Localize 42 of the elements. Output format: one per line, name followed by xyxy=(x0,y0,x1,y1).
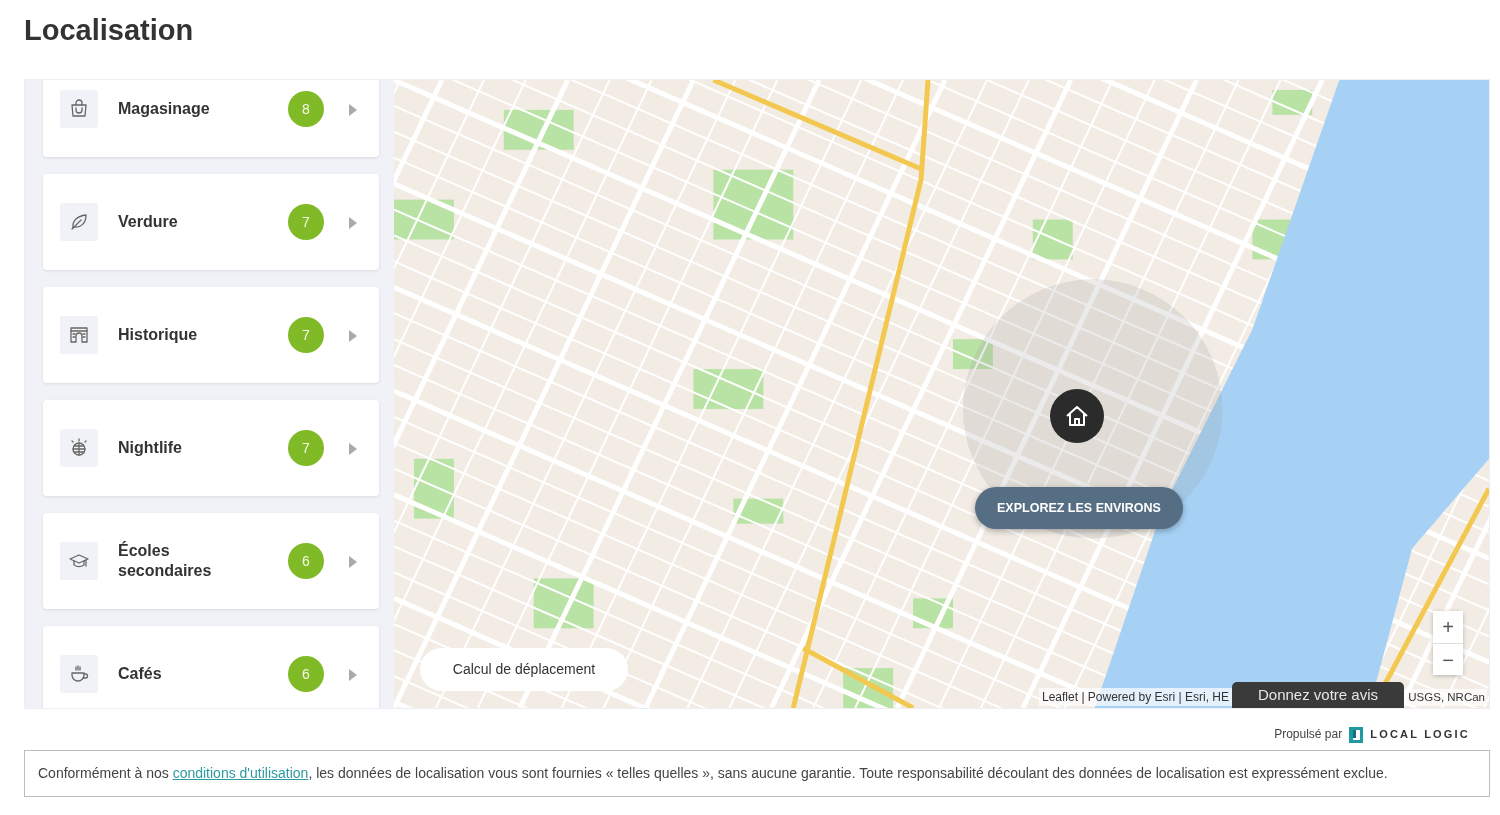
disclaimer-text: Conformément à nos conditions d'utilisation, les données de localisation vous sont fournies « telles quelles », sans aucune garantie. Toute responsabilité découlant des données de localisation est expressément exclue. xyxy=(38,765,1388,781)
count-badge: 7 xyxy=(288,430,324,466)
bag-icon xyxy=(69,99,89,119)
category-label: Historique xyxy=(118,325,199,345)
map-attribution: Leaflet | Powered by Esri | Esri, HE xyxy=(1039,688,1232,706)
brand-name: LOCAL LOGIC xyxy=(1370,726,1470,742)
caret-icon xyxy=(349,555,357,568)
category-label: Nightlife xyxy=(118,438,183,458)
cup-icon xyxy=(69,664,89,684)
arch-icon xyxy=(69,325,89,345)
powered-by-text: Propulsé par xyxy=(1274,726,1343,743)
feedback-button[interactable]: Donnez votre avis xyxy=(1232,682,1404,708)
category-item[interactable]: Magasinage 8 xyxy=(43,80,379,157)
category-item[interactable]: Nightlife 7 xyxy=(43,400,379,496)
logo-icon xyxy=(1348,725,1365,744)
leaf-icon xyxy=(69,212,89,232)
count-badge: 7 xyxy=(288,204,324,240)
category-label: Magasinage xyxy=(118,99,211,119)
caret-icon xyxy=(349,216,357,229)
zoom-out-button[interactable]: − xyxy=(1433,643,1463,675)
map-drawing[interactable] xyxy=(394,80,1489,708)
category-label: Verdure xyxy=(118,212,179,232)
count-badge: 6 xyxy=(288,543,324,579)
caret-icon xyxy=(349,103,357,116)
category-label: Écoles secondaires xyxy=(118,541,213,581)
category-label: Cafés xyxy=(118,664,163,684)
count-badge: 6 xyxy=(288,656,324,692)
explore-button[interactable]: EXPLOREZ LES ENVIRONS xyxy=(975,487,1183,529)
travel-time-button[interactable]: Calcul de déplacement xyxy=(420,648,628,691)
caret-icon xyxy=(349,442,357,455)
category-item[interactable]: Cafés 6 xyxy=(43,626,379,708)
count-badge: 8 xyxy=(288,91,324,127)
section-title: Localisation xyxy=(24,13,195,48)
home-icon xyxy=(1064,403,1090,429)
zoom-in-button[interactable]: + xyxy=(1433,611,1463,643)
category-item[interactable]: Verdure 7 xyxy=(43,174,379,270)
caret-icon xyxy=(349,329,357,342)
category-item[interactable]: Historique 7 xyxy=(43,287,379,383)
disco-ball-icon xyxy=(69,438,89,458)
category-item[interactable]: Écoles secondaires 6 xyxy=(43,513,379,609)
caret-icon xyxy=(349,668,357,681)
count-badge: 7 xyxy=(288,317,324,353)
